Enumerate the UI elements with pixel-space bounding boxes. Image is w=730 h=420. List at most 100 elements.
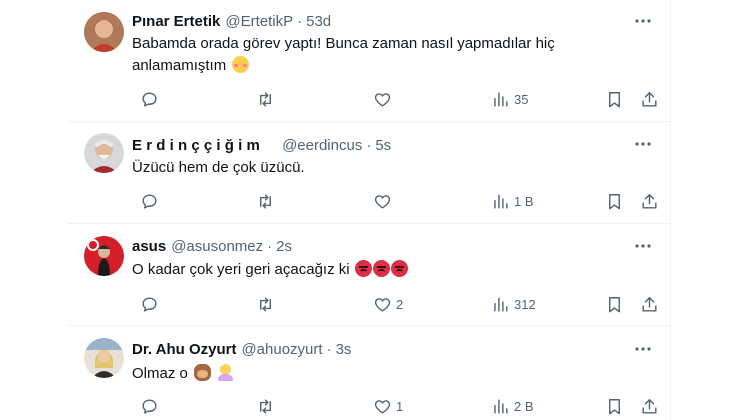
more-icon[interactable] xyxy=(633,134,653,154)
reply-button[interactable] xyxy=(140,89,163,109)
views-count: 1 B xyxy=(514,193,534,209)
tweet-actions: 2 312 xyxy=(128,294,664,314)
retweet-icon xyxy=(260,91,271,107)
author-name[interactable]: Dr. Ahu Ozyurt xyxy=(132,341,236,358)
views-count: 2 B xyxy=(514,398,534,414)
angry-emoji xyxy=(390,260,408,277)
avatar[interactable] xyxy=(84,338,124,378)
more-icon[interactable] xyxy=(633,339,653,359)
tweet-text: Babamda orada görev yaptı! Bunca zaman n… xyxy=(132,33,632,77)
share-button[interactable] xyxy=(640,89,659,109)
avatar[interactable] xyxy=(84,12,124,52)
author-name[interactable]: asus xyxy=(132,238,166,255)
tweet[interactable]: Dr. Ahu Ozyurt @ahuozyurt · 3s Olmaz o 1… xyxy=(68,326,671,420)
avatar[interactable] xyxy=(84,236,124,276)
share-button[interactable] xyxy=(640,396,659,416)
separator-dot: · xyxy=(326,340,332,358)
woman-facepalming-emoji xyxy=(217,364,234,381)
share-icon xyxy=(642,398,657,414)
avatar[interactable] xyxy=(84,133,124,173)
angry-emoji xyxy=(354,260,372,277)
heart-icon xyxy=(374,399,391,414)
retweet-button[interactable] xyxy=(256,294,279,314)
bookmark-button[interactable] xyxy=(605,89,624,109)
like-count: 2 xyxy=(396,296,404,312)
retweet-icon xyxy=(260,296,271,312)
like-button[interactable]: 2 xyxy=(373,294,403,314)
see-no-evil-monkey-emoji xyxy=(194,364,212,381)
retweet-icon xyxy=(260,193,271,209)
views-count: 312 xyxy=(514,296,536,312)
heart-icon xyxy=(374,297,391,312)
views-button[interactable]: 312 xyxy=(491,294,536,314)
views-button[interactable]: 1 B xyxy=(491,191,534,211)
views-button[interactable]: 35 xyxy=(491,89,528,109)
retweet-button[interactable] xyxy=(256,89,279,109)
timestamp[interactable]: 5s xyxy=(375,137,391,154)
reply-icon xyxy=(142,296,157,312)
separator-dot: · xyxy=(297,12,303,30)
heart-icon xyxy=(374,194,391,209)
tweet-text: Olmaz o xyxy=(132,363,632,385)
tweet-actions: 1 B xyxy=(128,191,664,211)
blush-emoji xyxy=(232,56,250,73)
bookmark-button[interactable] xyxy=(605,191,624,211)
reply-button[interactable] xyxy=(140,396,163,416)
timestamp[interactable]: 3s xyxy=(336,341,352,358)
reply-button[interactable] xyxy=(140,294,163,314)
share-icon xyxy=(642,296,657,312)
author-handle[interactable]: @ErtetikP xyxy=(225,13,293,30)
bookmark-button[interactable] xyxy=(605,294,624,314)
like-button[interactable] xyxy=(373,89,396,109)
tweet[interactable]: Pınar Ertetik @ErtetikP · 53d Babamda or… xyxy=(68,0,671,122)
reply-button[interactable] xyxy=(140,191,163,211)
tweet-actions: 35 xyxy=(128,89,664,109)
bookmark-icon xyxy=(609,296,620,312)
author-name[interactable]: Pınar Ertetik xyxy=(132,13,220,30)
tweet-text-fragment: O kadar çok yeri geri açacağız ki xyxy=(132,261,350,278)
timestamp[interactable]: 2s xyxy=(276,238,292,255)
tweet[interactable]: asus @asusonmez · 2s O kadar çok yeri ge… xyxy=(68,224,671,326)
tweet-text: O kadar çok yeri geri açacağız ki xyxy=(132,259,632,281)
reply-icon xyxy=(142,398,157,414)
like-count: 1 xyxy=(396,398,404,414)
author-handle[interactable]: @asusonmez xyxy=(171,238,263,255)
bookmark-icon xyxy=(609,398,620,414)
bookmark-icon xyxy=(609,91,620,107)
share-button[interactable] xyxy=(640,191,659,211)
more-icon[interactable] xyxy=(633,11,653,31)
views-icon xyxy=(494,193,508,209)
tweet-text-line: Babamda orada görev yaptı! Bunca zaman n… xyxy=(132,35,555,52)
tweet-text-fragment: anlamamıştım xyxy=(132,57,227,74)
bookmark-icon xyxy=(609,193,620,209)
more-icon[interactable] xyxy=(633,236,653,256)
reply-icon xyxy=(142,193,157,209)
share-icon xyxy=(642,193,657,209)
tweet-text-line: anlamamıştım xyxy=(132,55,632,77)
views-icon xyxy=(494,296,508,312)
separator-dot: · xyxy=(267,237,273,255)
tweet-text-fragment: Olmaz o xyxy=(132,365,188,382)
like-button[interactable]: 1 xyxy=(373,396,403,416)
retweet-button[interactable] xyxy=(256,191,279,211)
angry-emoji xyxy=(372,260,390,277)
tweet-actions: 1 2 B xyxy=(128,396,664,416)
reply-icon xyxy=(142,91,157,107)
views-button[interactable]: 2 B xyxy=(491,396,534,416)
share-button[interactable] xyxy=(640,294,659,314)
author-name[interactable]: Erdinççiğim xyxy=(132,137,264,154)
retweet-icon xyxy=(260,398,271,414)
views-icon xyxy=(494,91,508,107)
bookmark-button[interactable] xyxy=(605,396,624,416)
share-icon xyxy=(642,91,657,107)
heart-icon xyxy=(374,92,391,107)
like-button[interactable] xyxy=(373,191,396,211)
separator-dot: · xyxy=(366,136,372,154)
retweet-button[interactable] xyxy=(256,396,279,416)
views-icon xyxy=(494,398,508,414)
tweet-text: Üzücü hem de çok üzücü. xyxy=(132,159,305,176)
timestamp[interactable]: 53d xyxy=(306,13,331,30)
tweet[interactable]: Erdinççiğim @eerdincus · 5s Üzücü hem de… xyxy=(68,122,671,224)
author-handle[interactable]: @ahuozyurt xyxy=(241,341,322,358)
author-handle[interactable]: @eerdincus xyxy=(282,137,362,154)
